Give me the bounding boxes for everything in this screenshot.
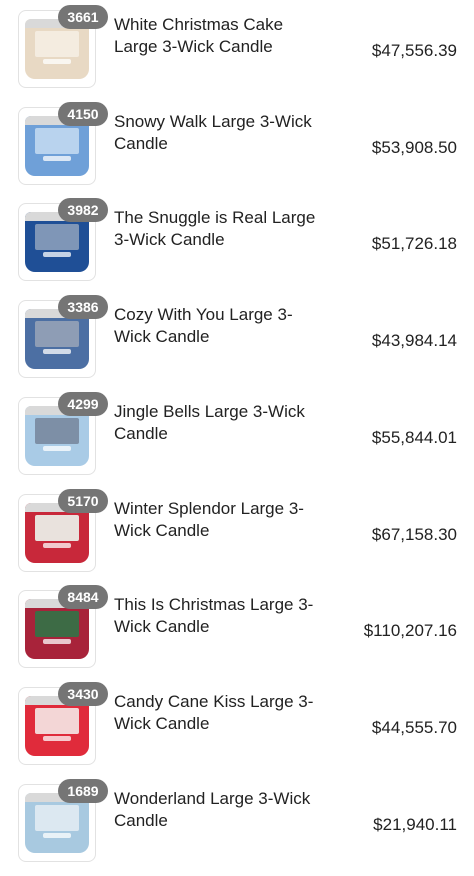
product-row[interactable]: 4299 Jingle Bells Large 3-Wick Candle $55,… bbox=[0, 387, 474, 483]
product-price: $21,940.11 bbox=[373, 814, 457, 834]
product-row[interactable]: 3430 Candy Cane Kiss Large 3-Wick Candle $… bbox=[0, 677, 474, 773]
product-name: Wonderland Large 3-Wick Candle bbox=[114, 788, 311, 830]
product-row[interactable]: 3661 White Christmas Cake Large 3-Wick Ca… bbox=[0, 0, 474, 96]
product-price: $44,555.70 bbox=[371, 717, 457, 737]
count-badge: 5170 bbox=[58, 488, 108, 513]
product-price: $110,207.16 bbox=[363, 621, 457, 641]
product-row[interactable]: 3982 The Snuggle is Real Large 3-Wick Can… bbox=[0, 193, 474, 289]
count-badge: 4150 bbox=[58, 101, 108, 126]
count-badge: 1689 bbox=[58, 778, 108, 803]
product-price: $43,984.14 bbox=[371, 331, 457, 351]
count-badge: 4299 bbox=[58, 391, 108, 416]
product-price: $47,556.39 bbox=[371, 41, 457, 60]
count-badge: 3430 bbox=[58, 681, 108, 706]
product-name: Winter Splendor Large 3-Wick Candle bbox=[114, 498, 304, 540]
product-row[interactable]: 5170 Winter Splendor Large 3-Wick Candle $… bbox=[0, 484, 474, 580]
product-row[interactable]: 1689 Wonderland Large 3-Wick Candle $21,94… bbox=[0, 774, 474, 870]
product-name: This Is Christmas Large 3-Wick Candle bbox=[114, 595, 314, 637]
count-badge: 3386 bbox=[58, 295, 108, 320]
product-name: Candy Cane Kiss Large 3-Wick Candle bbox=[114, 691, 314, 733]
product-row[interactable]: 8484 This Is Christmas Large 3-Wick Candl… bbox=[0, 580, 474, 676]
product-row[interactable]: 4150 Snowy Walk Large 3-Wick Candle $53,90… bbox=[0, 97, 474, 193]
count-badge: 3661 bbox=[58, 5, 108, 29]
product-list: 3661 White Christmas Cake Large 3-Wick Ca… bbox=[0, 0, 474, 876]
count-badge: 8484 bbox=[58, 585, 108, 610]
product-name: White Christmas Cake Large 3-Wick Candle bbox=[114, 15, 284, 56]
product-price: $67,158.30 bbox=[371, 524, 457, 544]
product-row[interactable]: 3386 Cozy With You Large 3-Wick Candle $43… bbox=[0, 290, 474, 386]
product-price: $55,844.01 bbox=[371, 427, 457, 447]
product-name: Cozy With You Large 3-Wick Candle bbox=[114, 305, 293, 347]
product-name: Jingle Bells Large 3-Wick Candle bbox=[114, 401, 305, 443]
product-price: $53,908.50 bbox=[371, 137, 457, 157]
product-name: Snowy Walk Large 3-Wick Candle bbox=[114, 111, 312, 153]
product-name: The Snuggle is Real Large 3-Wick Candle bbox=[114, 208, 316, 250]
count-badge: 3982 bbox=[58, 198, 108, 223]
product-price: $51,726.18 bbox=[371, 234, 457, 254]
